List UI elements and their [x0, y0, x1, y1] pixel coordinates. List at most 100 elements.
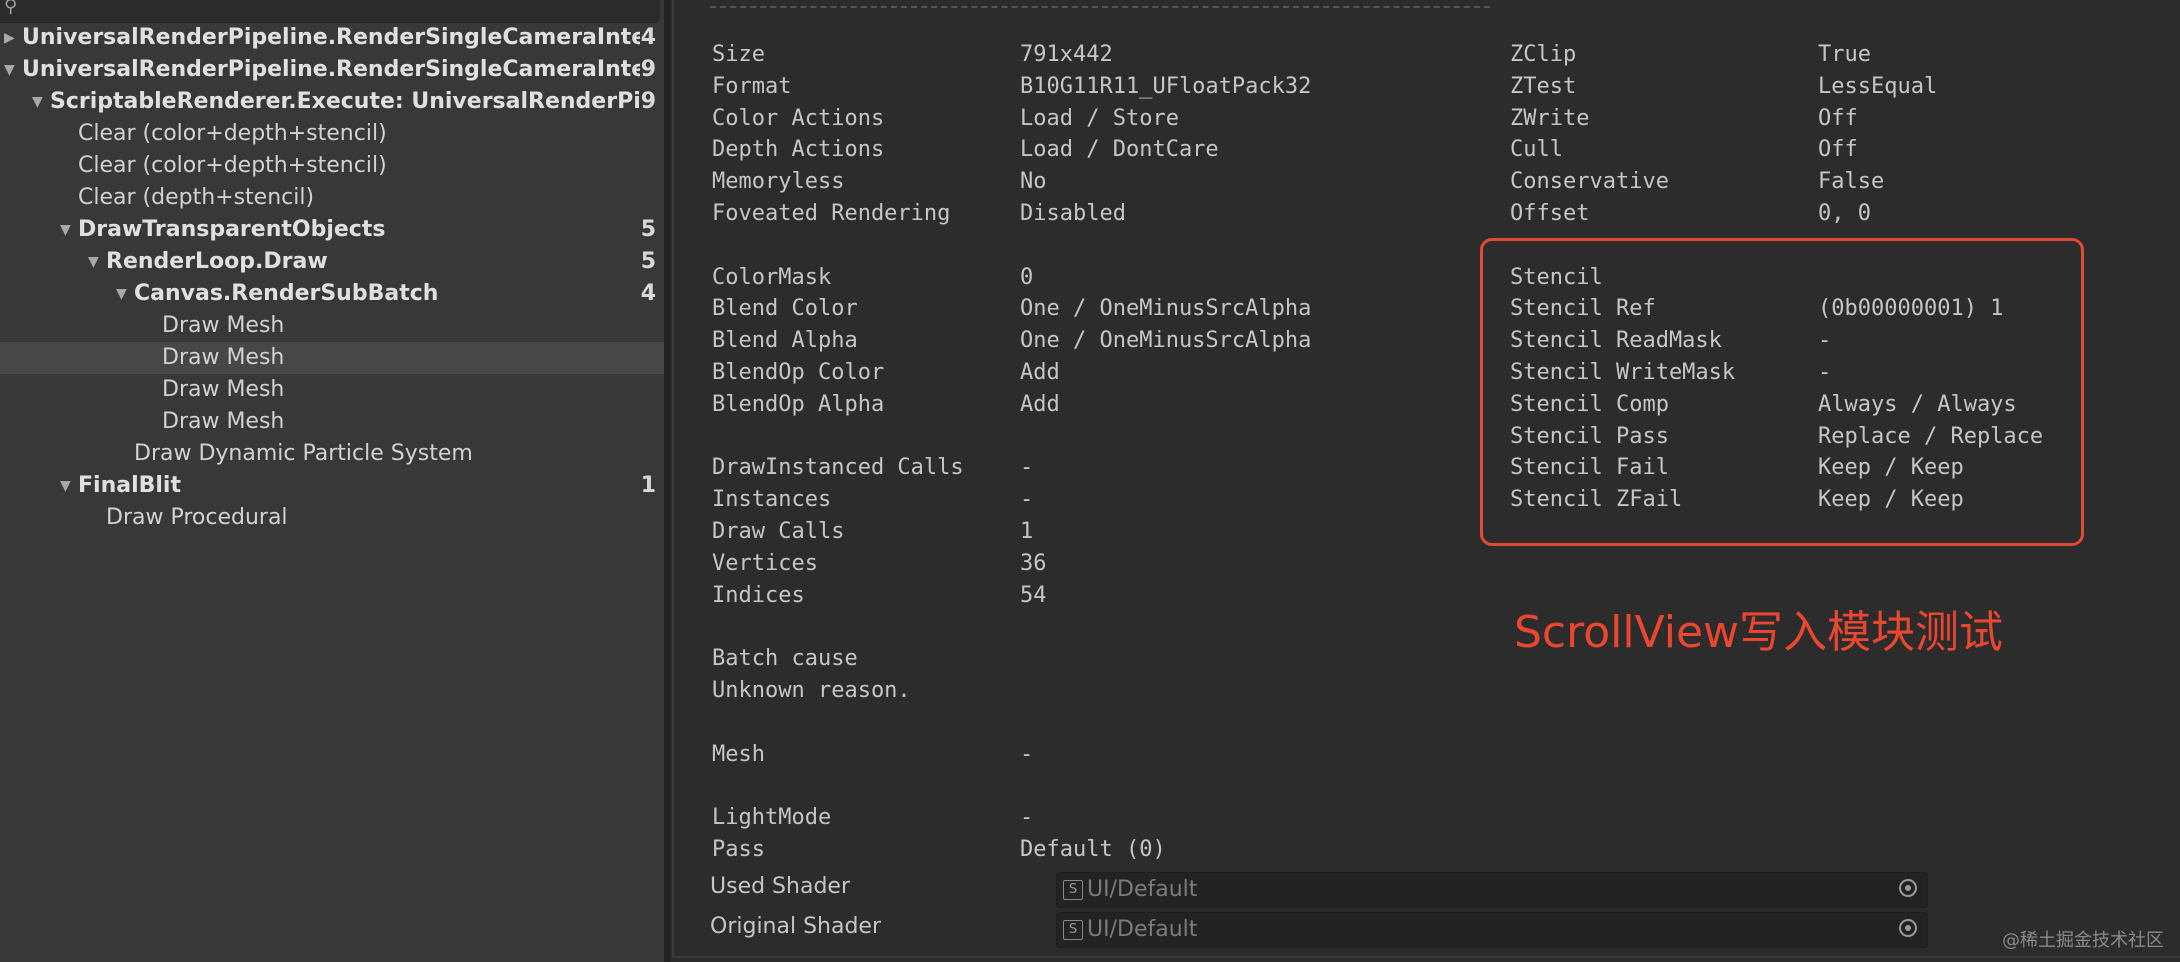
- detail-key: BlendOp Color: [712, 360, 885, 385]
- detail-value: B10G11R11_UFloatPack32: [1020, 73, 1312, 99]
- tree-row[interactable]: Clear (color+depth+stencil): [0, 118, 664, 150]
- detail-key: Blend Color: [712, 296, 858, 322]
- detail-value: Off: [1818, 105, 1858, 131]
- detail-value: 54: [1020, 582, 1047, 608]
- detail-key: Color Actions: [712, 105, 885, 131]
- expand-arrow-down-icon[interactable]: ▼: [116, 278, 127, 310]
- used-shader-field[interactable]: S UI/Default: [1056, 872, 1928, 908]
- expand-arrow-down-icon[interactable]: ▼: [4, 54, 15, 86]
- stencil-highlight-box: [1480, 238, 2084, 546]
- tree-row-count: 4: [640, 281, 656, 306]
- detail-key: Draw Calls: [712, 519, 845, 544]
- tree-row[interactable]: Draw Procedural: [0, 502, 664, 534]
- detail-key: ZClip: [1510, 42, 1577, 67]
- detail-key: ZTest: [1510, 73, 1577, 99]
- expand-arrow-right-icon[interactable]: ▶: [4, 22, 15, 54]
- tree-row[interactable]: ▼ Canvas.RenderSubBatch 4: [0, 278, 664, 310]
- tree-row[interactable]: Draw Mesh: [0, 342, 664, 374]
- detail-value: One / OneMinusSrcAlpha: [1020, 328, 1312, 354]
- detail-value: One / OneMinusSrcAlpha: [1020, 296, 1312, 322]
- detail-value: -: [1020, 741, 1034, 767]
- original-shader-label: Original Shader: [710, 914, 882, 939]
- tree-row[interactable]: Clear (depth+stencil): [0, 182, 664, 214]
- watermark: @稀土掘金技术社区: [2002, 930, 2164, 951]
- detail-value: Disabled: [1020, 201, 1126, 226]
- tree-row[interactable]: ▼ DrawTransparentObjects 5: [0, 214, 664, 246]
- tree-row-label: Canvas.RenderSubBatch: [134, 281, 439, 306]
- detail-value: Load / Store: [1020, 105, 1179, 131]
- tree-row[interactable]: ▼ RenderLoop.Draw 5: [0, 246, 664, 278]
- tree-row[interactable]: ▼ ScriptableRenderer.Execute: UniversalRe…: [0, 86, 664, 118]
- object-picker-icon[interactable]: [1899, 879, 1917, 897]
- detail-value: Add: [1020, 360, 1060, 385]
- used-shader-value: UI/Default: [1087, 877, 1198, 902]
- tree-row-label: Clear (depth+stencil): [78, 185, 315, 210]
- detail-key: BlendOp Alpha: [712, 391, 885, 417]
- expand-arrow-down-icon[interactable]: ▼: [60, 470, 71, 502]
- detail-key: Unknown reason.: [712, 678, 911, 703]
- clipped-row: [710, 0, 1490, 8]
- tree-row-label: UniversalRenderPipeline.RenderSingleCame…: [22, 57, 640, 82]
- detail-key: Instances: [712, 487, 832, 513]
- detail-key: Batch cause: [712, 646, 858, 672]
- detail-key: Foveated Rendering: [712, 201, 951, 226]
- detail-key: Conservative: [1510, 169, 1669, 195]
- detail-value: True: [1818, 42, 1871, 67]
- shader-icon: S: [1063, 880, 1083, 900]
- detail-value: 791x442: [1020, 42, 1113, 67]
- tree-row[interactable]: Draw Mesh: [0, 374, 664, 406]
- detail-value: 0, 0: [1818, 201, 1871, 226]
- detail-key: ZWrite: [1510, 105, 1590, 131]
- detail-value: False: [1818, 169, 1885, 195]
- detail-value: Default (0): [1020, 837, 1166, 862]
- detail-value: 1: [1020, 519, 1034, 544]
- search-bar[interactable]: ⚲: [0, 0, 660, 23]
- expand-arrow-down-icon[interactable]: ▼: [88, 246, 99, 278]
- detail-value: -: [1020, 455, 1034, 481]
- expand-arrow-down-icon[interactable]: ▼: [60, 214, 71, 246]
- tree-row[interactable]: Clear (color+depth+stencil): [0, 150, 664, 182]
- tree-row[interactable]: ▶ UniversalRenderPipeline.RenderSingleCam…: [0, 22, 664, 54]
- annotation-text: ScrollView写入模块测试: [1514, 607, 2004, 658]
- tree-row-label: Clear (color+depth+stencil): [78, 121, 387, 146]
- tree-row-label: ScriptableRenderer.Execute: UniversalRen…: [50, 89, 640, 114]
- tree-row-label: UniversalRenderPipeline.RenderSingleCame…: [22, 25, 640, 50]
- detail-key: Indices: [712, 582, 805, 608]
- tree-row-label: Draw Procedural: [106, 505, 288, 530]
- tree-row[interactable]: Draw Mesh: [0, 406, 664, 438]
- tree-row[interactable]: ▼ FinalBlit 1: [0, 470, 664, 502]
- detail-key: Memoryless: [712, 169, 845, 195]
- tree-row-label: DrawTransparentObjects: [78, 217, 386, 242]
- detail-key: ColorMask: [712, 264, 832, 290]
- original-shader-value: UI/Default: [1087, 917, 1198, 942]
- tree-row-count: 9: [640, 89, 656, 114]
- detail-value: LessEqual: [1818, 73, 1938, 99]
- tree-row[interactable]: Draw Dynamic Particle System: [0, 438, 664, 470]
- detail-value: Load / DontCare: [1020, 137, 1219, 163]
- detail-key: Depth Actions: [712, 137, 885, 163]
- detail-value: -: [1020, 487, 1034, 513]
- object-picker-icon[interactable]: [1899, 919, 1917, 937]
- tree-row-label: RenderLoop.Draw: [106, 249, 328, 274]
- detail-value: -: [1020, 805, 1034, 831]
- detail-value: 0: [1020, 264, 1034, 290]
- detail-key: Size: [712, 42, 765, 67]
- detail-key: Mesh: [712, 741, 765, 767]
- tree-row-count: 1: [640, 473, 656, 498]
- detail-key: Blend Alpha: [712, 328, 858, 354]
- tree-row[interactable]: Draw Mesh: [0, 310, 664, 342]
- detail-key: LightMode: [712, 805, 832, 831]
- search-icon: ⚲: [4, 0, 18, 17]
- tree-row[interactable]: ▼ UniversalRenderPipeline.RenderSingleCam…: [0, 54, 664, 86]
- original-shader-field[interactable]: S UI/Default: [1056, 912, 1928, 948]
- tree-row-label: Draw Mesh: [162, 345, 285, 370]
- tree-row-label: Clear (color+depth+stencil): [78, 153, 387, 178]
- used-shader-label: Used Shader: [710, 874, 850, 899]
- tree-row-label: Draw Dynamic Particle System: [134, 441, 473, 466]
- frame-hierarchy-panel: ⚲ ▶ UniversalRenderPipeline.RenderSingleC…: [0, 0, 664, 962]
- detail-key: Vertices: [712, 550, 818, 576]
- expand-arrow-down-icon[interactable]: ▼: [32, 86, 43, 118]
- detail-value: Off: [1818, 137, 1858, 163]
- detail-value: 36: [1020, 550, 1047, 576]
- detail-value: Add: [1020, 391, 1060, 417]
